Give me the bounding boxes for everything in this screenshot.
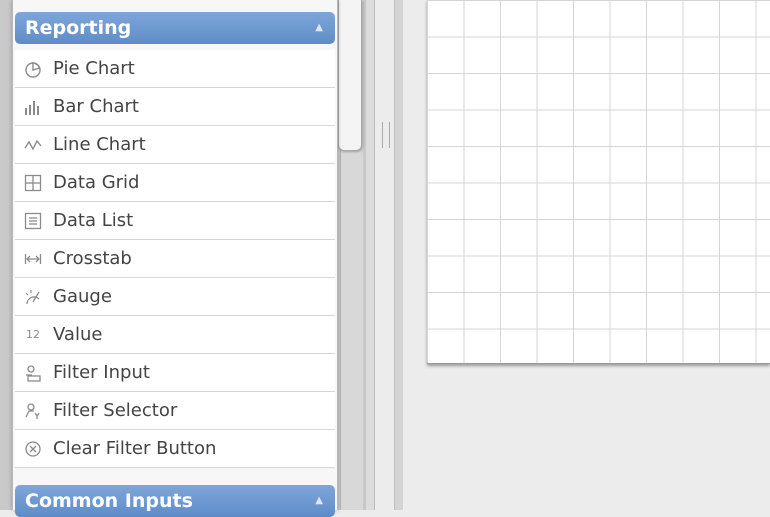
line-chart-icon bbox=[23, 135, 43, 155]
filter-selector-icon bbox=[23, 401, 43, 421]
toolbox-item-value[interactable]: 12 Value bbox=[15, 316, 335, 354]
toolbox-item-gauge[interactable]: Gauge bbox=[15, 278, 335, 316]
item-label: Data List bbox=[53, 210, 134, 231]
toolbox-item-bar-chart[interactable]: Bar Chart bbox=[15, 88, 335, 126]
gauge-icon bbox=[23, 287, 43, 307]
item-label: Filter Input bbox=[53, 362, 150, 383]
item-label: Data Grid bbox=[53, 172, 140, 193]
panel-edge bbox=[366, 0, 375, 510]
bar-chart-icon bbox=[23, 97, 43, 117]
grid-canvas[interactable] bbox=[427, 0, 770, 364]
crosstab-icon bbox=[23, 249, 43, 269]
value-icon: 12 bbox=[26, 328, 40, 341]
reporting-items: Pie Chart Bar Chart Line Chart Data Grid bbox=[15, 50, 335, 468]
collapse-arrow-icon[interactable]: ▲ bbox=[315, 485, 323, 517]
splitter-grip-icon[interactable] bbox=[382, 122, 390, 148]
filter-input-icon bbox=[23, 363, 43, 383]
item-label: Filter Selector bbox=[53, 400, 178, 421]
toolbox-item-line-chart[interactable]: Line Chart bbox=[15, 126, 335, 164]
toolbox-item-data-list[interactable]: Data List bbox=[15, 202, 335, 240]
toolbox-item-data-grid[interactable]: Data Grid bbox=[15, 164, 335, 202]
toolbox-item-filter-selector[interactable]: Filter Selector bbox=[15, 392, 335, 430]
item-label: Clear Filter Button bbox=[53, 438, 217, 459]
toolbox-item-crosstab[interactable]: Crosstab bbox=[15, 240, 335, 278]
collapse-arrow-icon[interactable]: ▲ bbox=[315, 12, 323, 44]
toolbox-panel: Reporting ▲ Pie Chart Bar Chart Line Cha… bbox=[0, 0, 375, 517]
design-surface bbox=[403, 0, 770, 510]
toolbox-item-filter-input[interactable]: Filter Input bbox=[15, 354, 335, 392]
item-label: Bar Chart bbox=[53, 96, 139, 117]
section-header-reporting[interactable]: Reporting ▲ bbox=[15, 12, 335, 44]
toolbox-item-pie-chart[interactable]: Pie Chart bbox=[15, 50, 335, 88]
toolbox-scrollbar-thumb[interactable] bbox=[338, 0, 362, 151]
toolbox-list: Reporting ▲ Pie Chart Bar Chart Line Cha… bbox=[12, 0, 338, 517]
item-label: Pie Chart bbox=[53, 58, 135, 79]
toolbox-item-clear-filter-button[interactable]: Clear Filter Button bbox=[15, 430, 335, 468]
section-title: Common Inputs bbox=[25, 490, 193, 512]
data-grid-icon bbox=[23, 173, 43, 193]
item-label: Line Chart bbox=[53, 134, 146, 155]
item-label: Crosstab bbox=[53, 248, 132, 269]
section-header-common-inputs[interactable]: Common Inputs ▲ bbox=[15, 485, 335, 517]
pie-chart-icon bbox=[23, 59, 43, 79]
section-title: Reporting bbox=[25, 17, 132, 39]
item-label: Gauge bbox=[53, 286, 112, 307]
clear-filter-icon bbox=[23, 439, 43, 459]
item-label: Value bbox=[53, 324, 103, 345]
data-list-icon bbox=[23, 211, 43, 231]
